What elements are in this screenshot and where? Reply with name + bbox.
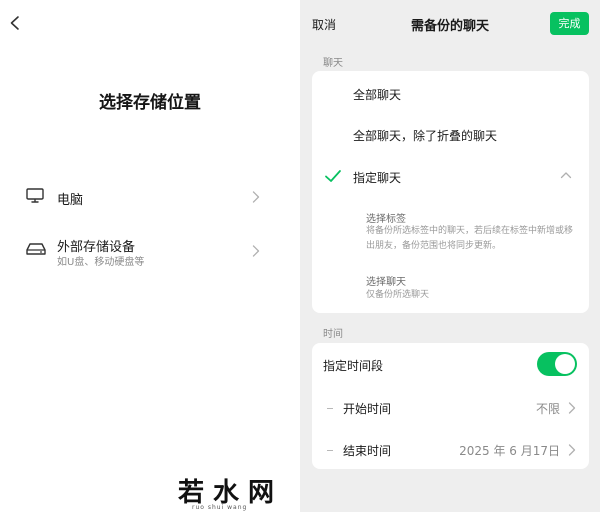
end-time-label[interactable]: 结束时间 bbox=[343, 442, 391, 459]
monitor-icon bbox=[26, 188, 44, 203]
indent-dash bbox=[327, 450, 333, 451]
screen: 选择存储位置 电脑 外部存储设备 如U盘、移动硬盘等 若水网 ruo shui … bbox=[0, 0, 600, 512]
panel-title: 需备份的聊天 bbox=[410, 19, 489, 34]
end-time-value[interactable]: 2025 年 6 月17日 bbox=[440, 442, 560, 459]
option-specified-chats[interactable]: 指定聊天 bbox=[353, 169, 401, 186]
section-label-time: 时间 bbox=[323, 329, 343, 340]
external-drive-icon bbox=[26, 243, 46, 255]
chevron-right-icon bbox=[568, 402, 576, 414]
select-tags-description: 将备份所选标签中的聊天，若后续在标签中新增或移出朋友，备份范围也将同步更新。 bbox=[366, 226, 574, 251]
cancel-button[interactable]: 取消 bbox=[312, 16, 336, 33]
back-button[interactable] bbox=[4, 12, 26, 34]
option-all-except-folded[interactable]: 全部聊天，除了折叠的聊天 bbox=[353, 127, 497, 144]
page-title: 选择存储位置 bbox=[99, 93, 201, 113]
checkmark-icon bbox=[325, 170, 341, 182]
watermark-url: ruo shui wang bbox=[192, 504, 248, 511]
start-time-value[interactable]: 不限 bbox=[496, 400, 560, 417]
start-time-label[interactable]: 开始时间 bbox=[343, 400, 391, 417]
storage-option-subtitle: 如U盘、移动硬盘等 bbox=[57, 257, 145, 268]
backup-chats-panel: 取消 需备份的聊天 完成 聊天 全部聊天 全部聊天，除了折叠的聊天 指定聊天 选… bbox=[300, 0, 600, 512]
option-all-chats[interactable]: 全部聊天 bbox=[353, 86, 401, 103]
select-chats-option[interactable]: 选择聊天 bbox=[366, 273, 406, 288]
done-button[interactable]: 完成 bbox=[550, 12, 589, 35]
indent-dash bbox=[327, 408, 333, 409]
select-tags-option[interactable]: 选择标签 bbox=[366, 210, 406, 225]
chevron-right-icon bbox=[252, 191, 260, 203]
chevron-left-icon bbox=[10, 16, 19, 30]
storage-option-computer[interactable]: 电脑 bbox=[0, 180, 300, 214]
chat-options-card bbox=[312, 71, 589, 313]
time-range-label: 指定时间段 bbox=[323, 359, 384, 373]
section-label-chat: 聊天 bbox=[323, 58, 343, 69]
storage-option-external-drive[interactable]: 外部存储设备 如U盘、移动硬盘等 bbox=[0, 228, 300, 272]
storage-location-panel: 选择存储位置 电脑 外部存储设备 如U盘、移动硬盘等 若水网 ruo shui … bbox=[0, 0, 300, 512]
select-chats-description: 仅备份所选聊天 bbox=[366, 290, 430, 300]
storage-option-label: 电脑 bbox=[57, 193, 84, 208]
chevron-up-icon[interactable] bbox=[560, 170, 572, 180]
toggle-knob bbox=[555, 354, 575, 374]
watermark-logo: 若水网 ruo shui wang bbox=[178, 472, 298, 512]
time-range-toggle[interactable] bbox=[537, 352, 577, 376]
chevron-right-icon bbox=[568, 444, 576, 456]
chevron-right-icon bbox=[252, 245, 260, 257]
